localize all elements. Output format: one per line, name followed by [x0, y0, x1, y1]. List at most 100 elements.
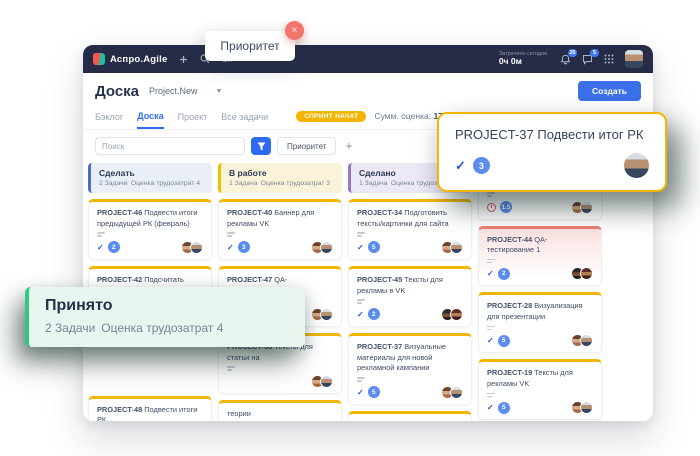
assignee-avatars	[571, 401, 593, 414]
description-icon	[487, 326, 593, 331]
estimate-badge: 5	[368, 241, 380, 253]
task-card[interactable]: PROJECT-19 Тексты для рекламы VK 5	[478, 359, 602, 420]
check-icon	[227, 243, 234, 252]
column-cards: 1.5 PROJECT-44 QA-тестирование 1 2 PROJE…	[478, 182, 602, 421]
assignee-avatars	[441, 308, 463, 321]
task-card[interactable]: PROJECT-45 Тексты для рекламы в VK 2	[348, 266, 472, 327]
user-avatar[interactable]	[625, 50, 643, 68]
top-navbar: Аспро.Agile Сп Затрачено сегодня 0ч 0м 2…	[83, 45, 653, 73]
accepted-subtitle: 2 Задачи Оценка трудозатрат 4	[45, 321, 289, 335]
check-icon	[455, 158, 466, 174]
task-card[interactable]: PROJECT-44 QA-тестирование 1 2	[478, 226, 602, 287]
avatar	[320, 308, 333, 321]
project-name: Project.New	[149, 86, 198, 96]
app-logo[interactable]: Аспро.Agile	[93, 53, 167, 65]
check-icon	[357, 243, 364, 252]
accepted-column-callout: Принято 2 Задачи Оценка трудозатрат 4	[25, 287, 305, 347]
funnel-icon	[257, 142, 266, 151]
estimate-badge: 2	[368, 308, 380, 320]
time-tracker: Затрачено сегодня 0ч 0м	[499, 51, 547, 67]
create-button[interactable]: Создать	[578, 81, 641, 101]
task-card[interactable]: PROJECT-23 Итоги РК 5	[348, 411, 472, 421]
kanban-column: Сделано 1 Задача Оценка трудозатрат PROJ…	[348, 163, 472, 421]
description-icon	[357, 377, 463, 382]
app-window: Аспро.Agile Сп Затрачено сегодня 0ч 0м 2…	[83, 45, 653, 421]
tab-all-tasks[interactable]: Все задачи	[221, 108, 268, 128]
task-title: PROJECT-37 Визуальные материалы для ново…	[357, 342, 463, 374]
tab-backlog[interactable]: Бэклог	[95, 108, 123, 128]
check-icon	[487, 403, 494, 412]
tab-board[interactable]: Доска	[137, 107, 163, 129]
task-meta: 2	[487, 267, 593, 280]
estimate-badge: 5	[498, 335, 510, 347]
avatar	[450, 308, 463, 321]
task-meta: 1.5	[487, 201, 593, 214]
apps-grid-icon[interactable]	[603, 53, 615, 65]
task-card[interactable]: PROJECT-48 Подвести итоги РК 2	[88, 396, 212, 421]
add-filter-button[interactable]: +	[342, 140, 355, 152]
tab-project[interactable]: Проект	[178, 108, 208, 128]
avatar	[320, 241, 333, 254]
assignee-avatars	[311, 308, 333, 321]
avatar	[580, 401, 593, 414]
alarm-icon	[487, 203, 496, 212]
accepted-title: Принято	[45, 297, 289, 315]
check-icon	[357, 310, 364, 319]
task-title: PROJECT-28 Визуализация для презентации	[487, 301, 593, 322]
estimate-badge: 5	[498, 402, 510, 414]
task-card[interactable]: PROJECT-46 Подвести итоги предыдущей РК …	[88, 199, 212, 260]
column-cards: PROJECT-34 Подготовить тексты/картинки д…	[348, 199, 472, 421]
avatar	[190, 241, 203, 254]
assignee-avatars	[571, 267, 593, 280]
chevron-down-icon: ▼	[216, 88, 223, 95]
add-icon[interactable]	[177, 53, 189, 65]
page-title: Доска	[95, 83, 139, 100]
filter-button[interactable]	[251, 137, 271, 155]
close-icon[interactable]: ×	[285, 21, 304, 40]
task-card[interactable]: теории 3	[218, 400, 342, 421]
description-icon	[487, 393, 593, 398]
assignee-avatars	[571, 201, 593, 214]
task-card-popup[interactable]: PROJECT-37 Подвести итог РК 3	[437, 112, 667, 192]
description-icon	[97, 232, 203, 237]
column-header[interactable]: Сделать 2 Задачи Оценка трудозатрат 4	[88, 163, 212, 193]
column-header[interactable]: В работе 1 Задача Оценка трудозатрат 3	[218, 163, 342, 193]
avatar	[320, 375, 333, 388]
priority-tooltip: Приоритет ×	[205, 31, 295, 61]
task-meta: 2	[97, 241, 203, 254]
logo-icon	[93, 53, 105, 65]
description-icon	[227, 232, 333, 237]
task-title: PROJECT-19 Тексты для рекламы VK	[487, 368, 593, 389]
estimate-badge: 5	[368, 386, 380, 398]
priority-filter-chip[interactable]: Приоритет	[277, 137, 336, 155]
column-subtitle: 1 Задача Оценка трудозатрат 3	[229, 180, 334, 187]
description-icon	[487, 192, 593, 197]
estimate-badge: 3	[238, 241, 250, 253]
chat-icon[interactable]: 5	[581, 53, 593, 65]
bell-icon[interactable]: 26	[559, 53, 571, 65]
column-title: В работе	[229, 168, 334, 178]
estimate-badge: 2	[498, 268, 510, 280]
task-card[interactable]: PROJECT-40 Баннер для рекламы VK 3	[218, 199, 342, 260]
project-selector[interactable]: Project.New ▼	[149, 86, 222, 96]
task-card[interactable]: PROJECT-34 Подготовить тексты/картинки д…	[348, 199, 472, 260]
check-icon	[487, 336, 494, 345]
task-card[interactable]: PROJECT-28 Визуализация для презентации …	[478, 292, 602, 353]
task-meta: 5	[357, 386, 463, 399]
description-icon	[357, 232, 463, 237]
assignee-avatars	[181, 241, 203, 254]
avatar	[580, 334, 593, 347]
description-icon	[357, 299, 463, 304]
task-card[interactable]: PROJECT-37 Визуальные материалы для ново…	[348, 333, 472, 405]
assignee-avatars	[311, 375, 333, 388]
search-input[interactable]	[95, 137, 245, 155]
description-icon	[487, 259, 593, 264]
chat-badge: 5	[590, 49, 599, 57]
assignee-avatars	[311, 241, 333, 254]
task-meta	[227, 375, 333, 388]
assignee-avatars	[571, 334, 593, 347]
sprint-status-badge: СПРИНТ НАЧАТ	[296, 111, 366, 122]
column-title: Сделать	[99, 168, 204, 178]
task-meta: 5	[487, 401, 593, 414]
estimate-badge: 3	[473, 157, 490, 174]
